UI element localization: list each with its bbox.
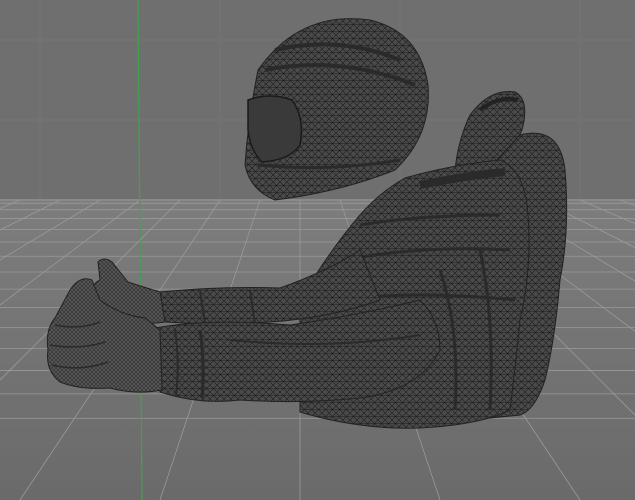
3d-viewport[interactable]	[0, 0, 635, 500]
helmet-visor	[247, 95, 303, 163]
viewport-canvas[interactable]	[0, 0, 635, 500]
